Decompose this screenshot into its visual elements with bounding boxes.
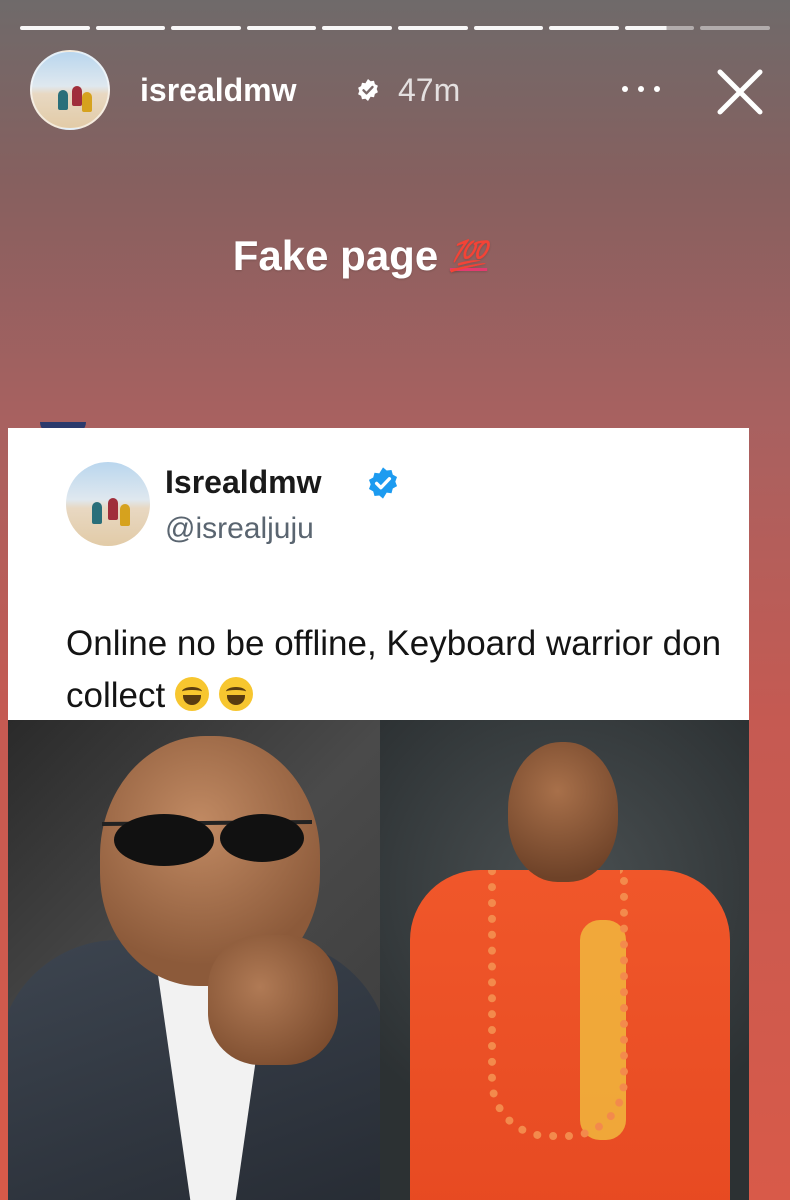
progress-segment bbox=[95, 26, 166, 30]
laughing-emoji-icon bbox=[218, 677, 253, 711]
photo-man-red-attire bbox=[380, 720, 749, 1200]
story-caption: Fake page 💯 bbox=[0, 232, 720, 280]
hundred-points-emoji-icon: 💯 bbox=[449, 240, 488, 273]
story-username[interactable]: isrealdmw bbox=[140, 72, 297, 109]
progress-segment bbox=[549, 26, 619, 30]
profile-avatar[interactable] bbox=[30, 50, 110, 130]
laughing-emoji-icon bbox=[174, 677, 209, 711]
progress-segment bbox=[322, 26, 392, 30]
story-header: isrealdmw 47m bbox=[30, 50, 770, 132]
more-options-icon[interactable] bbox=[620, 68, 664, 108]
progress-segment bbox=[171, 26, 241, 30]
story-progress bbox=[20, 26, 770, 30]
verified-badge-icon bbox=[368, 467, 398, 499]
progress-segment bbox=[246, 26, 317, 30]
progress-segment bbox=[473, 26, 544, 30]
caption-text: Fake page bbox=[232, 232, 439, 279]
close-icon[interactable] bbox=[712, 64, 768, 120]
progress-segment bbox=[700, 26, 770, 30]
progress-segment bbox=[20, 26, 90, 30]
tweet-body: Online no be offline, Keyboard warrior d… bbox=[66, 624, 722, 715]
story-time: 47m bbox=[398, 72, 461, 108]
verified-badge-icon bbox=[358, 79, 378, 101]
sunglasses-icon bbox=[102, 814, 312, 866]
photo-man-sunglasses bbox=[8, 720, 380, 1200]
tweet-avatar bbox=[66, 462, 150, 546]
progress-segment-active bbox=[624, 26, 695, 30]
tweet-photos bbox=[8, 720, 749, 1200]
tweet-text: Online no be offline, Keyboard warrior d… bbox=[66, 618, 726, 722]
tweet-card: Isrealdmw @isrealjuju Online no be offli… bbox=[8, 428, 749, 720]
tweet-handle: @isrealjuju bbox=[165, 512, 314, 545]
progress-segment bbox=[397, 26, 468, 30]
tweet-author-name: Isrealdmw bbox=[165, 464, 322, 500]
